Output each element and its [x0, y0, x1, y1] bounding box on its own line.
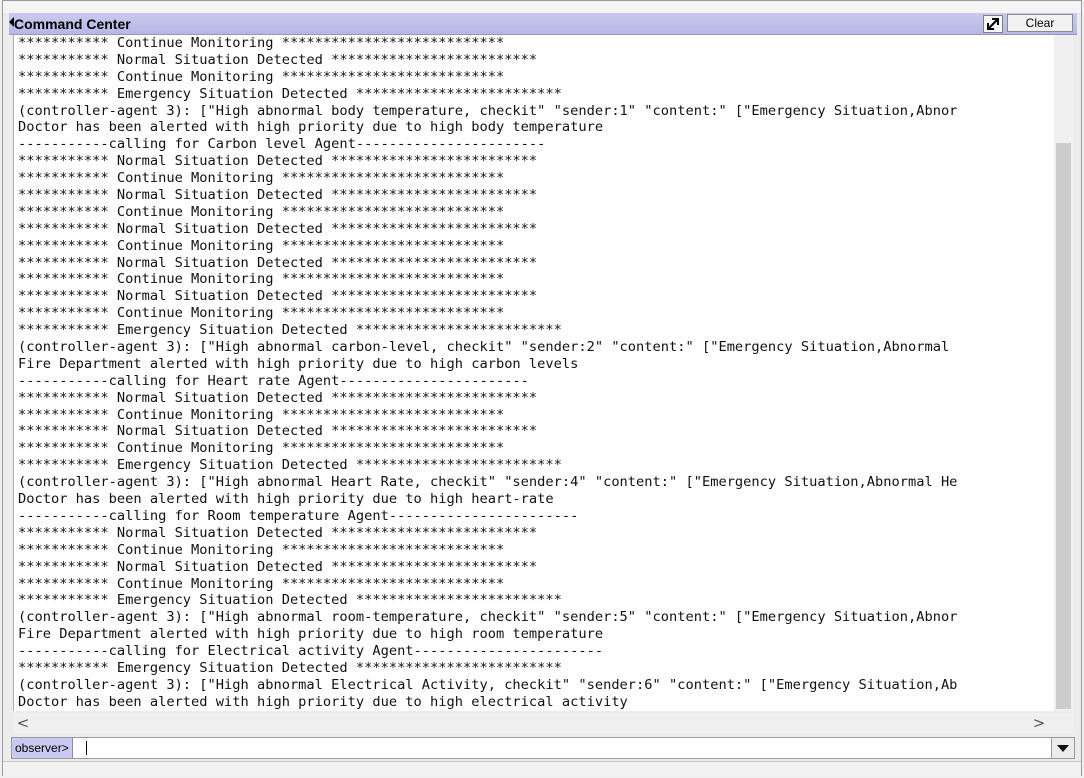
log-line: Doctor has been alerted with high priori…	[18, 491, 554, 508]
console-output[interactable]: *********** Continue Monitoring ********…	[13, 35, 1054, 711]
chevron-down-icon	[1057, 745, 1069, 752]
log-line: Fire Department alerted with high priori…	[18, 626, 604, 643]
log-line: *********** Continue Monitoring ********…	[18, 305, 505, 322]
log-line: *********** Continue Monitoring ********…	[18, 35, 505, 51]
command-bar: observer>	[11, 737, 1075, 759]
log-line: -----------calling for Heart rate Agent-…	[18, 372, 529, 389]
log-line: Fire Department alerted with high priori…	[18, 355, 579, 372]
log-line: *********** Normal Situation Detected **…	[18, 153, 538, 170]
clear-button[interactable]: Clear	[1007, 14, 1073, 32]
log-line: *********** Normal Situation Detected **…	[18, 389, 538, 406]
log-line: (controller-agent 3): ["High abnormal El…	[18, 676, 958, 693]
log-line: *********** Normal Situation Detected **…	[18, 187, 538, 204]
log-line: Doctor has been alerted with high priori…	[18, 693, 628, 710]
horizontal-scrollbar[interactable]: < >	[13, 713, 1073, 733]
log-line: (controller-agent 3): ["High abnormal bo…	[18, 102, 958, 119]
log-line: *********** Continue Monitoring ********…	[18, 203, 505, 220]
log-lines: *********** Continue Monitoring ********…	[14, 35, 1054, 711]
title-bar[interactable]: Command Center Clear	[9, 13, 1077, 35]
log-line: -----------calling for Carbon level Agen…	[18, 136, 546, 153]
command-center-window: Command Center Clear *********** Continu…	[2, 0, 1082, 776]
scroll-right-icon[interactable]: >	[1031, 715, 1047, 731]
log-line: *********** Continue Monitoring ********…	[18, 237, 505, 254]
window-title: Command Center	[14, 16, 131, 32]
command-input[interactable]	[84, 739, 1052, 757]
log-line: (controller-agent 3): ["High abnormal He…	[18, 474, 958, 491]
log-line: *********** Continue Monitoring ********…	[18, 68, 505, 85]
log-line: -----------calling for Room temperature …	[18, 507, 579, 524]
maximize-button[interactable]	[983, 15, 1003, 33]
command-prompt: observer>	[12, 738, 73, 758]
log-line: (controller-agent 3): ["High abnormal ca…	[18, 339, 950, 356]
log-line: *********** Emergency Situation Detected…	[18, 322, 562, 339]
text-caret	[86, 741, 87, 755]
log-line: (controller-agent 3): ["High abnormal ro…	[18, 609, 958, 626]
log-line: *********** Normal Situation Detected **…	[18, 558, 538, 575]
log-line: *********** Normal Situation Detected **…	[18, 220, 538, 237]
log-line: *********** Emergency Situation Detected…	[18, 85, 562, 102]
log-line: Doctor has been alerted with high priori…	[18, 119, 604, 136]
log-line: -----------calling for Electrical activi…	[18, 643, 604, 660]
log-line: *********** Emergency Situation Detected…	[18, 592, 562, 609]
log-line: *********** Continue Monitoring ********…	[18, 440, 505, 457]
log-line: *********** Normal Situation Detected **…	[18, 423, 538, 440]
command-history-dropdown[interactable]	[1051, 738, 1074, 758]
log-line: *********** Continue Monitoring ********…	[18, 170, 505, 187]
vertical-scroll-thumb[interactable]	[1056, 143, 1071, 709]
log-line: *********** Emergency Situation Detected…	[18, 659, 562, 676]
log-line: *********** Continue Monitoring ********…	[18, 406, 505, 423]
vertical-scrollbar[interactable]	[1054, 35, 1073, 711]
log-line: *********** Normal Situation Detected **…	[18, 254, 538, 271]
log-line: *********** Emergency Situation Detected…	[18, 457, 562, 474]
restore-arrow-icon	[987, 18, 999, 30]
log-line: *********** Continue Monitoring ********…	[18, 575, 505, 592]
log-line: *********** Continue Monitoring ********…	[18, 271, 505, 288]
window-top-strip	[3, 1, 1081, 13]
log-line: *********** Normal Situation Detected **…	[18, 288, 538, 305]
scroll-left-icon[interactable]: <	[15, 715, 31, 731]
log-line: *********** Normal Situation Detected **…	[18, 524, 538, 541]
window-bottom-strip	[3, 761, 1081, 776]
log-line: *********** Normal Situation Detected **…	[18, 51, 538, 68]
log-line: *********** Continue Monitoring ********…	[18, 541, 505, 558]
